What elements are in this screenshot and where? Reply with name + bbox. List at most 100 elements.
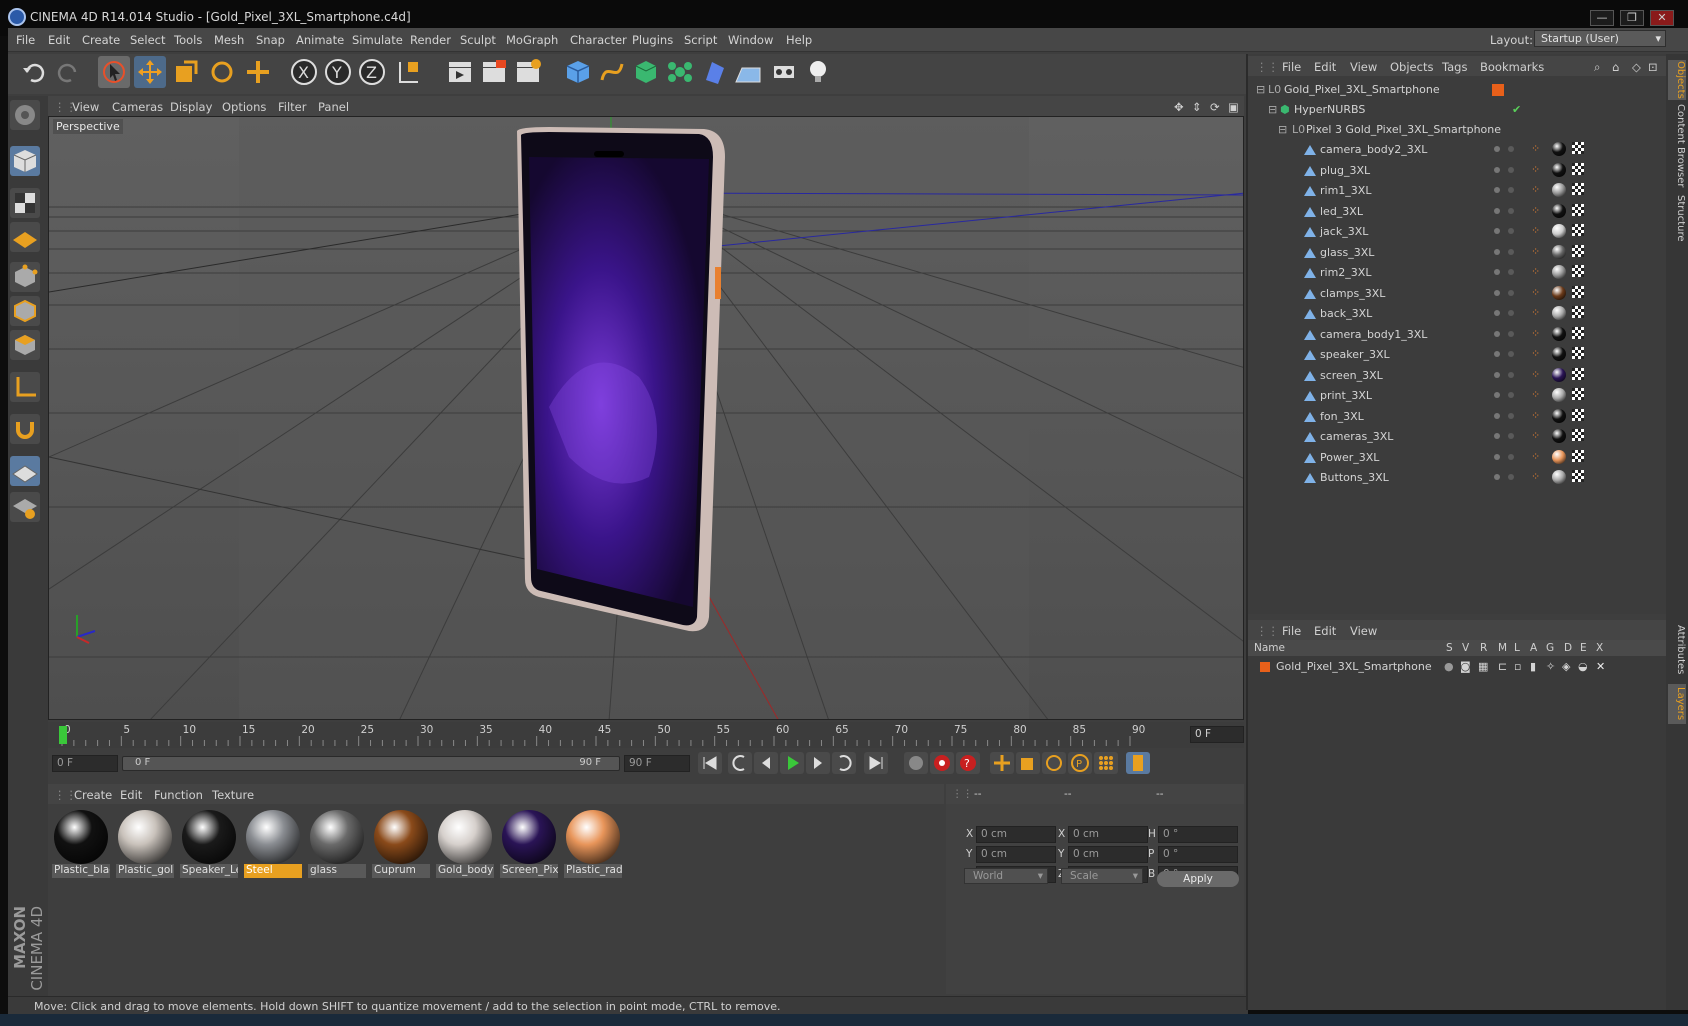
checkmark-icon[interactable]: ✔ bbox=[1512, 103, 1521, 116]
uvw-tag-icon[interactable] bbox=[1572, 162, 1584, 175]
object-row[interactable]: camera_body1_3XL ⁘ bbox=[1250, 325, 1664, 345]
uvw-tag-icon[interactable] bbox=[1572, 326, 1584, 339]
col-generators[interactable]: G bbox=[1546, 642, 1554, 654]
render-visibility-dot[interactable] bbox=[1508, 453, 1514, 460]
material-tag-icon[interactable] bbox=[1552, 162, 1566, 177]
col-view[interactable]: V bbox=[1462, 642, 1469, 654]
phong-tag-icon[interactable]: ⁘ bbox=[1531, 388, 1540, 401]
perspective-viewport[interactable]: Perspective bbox=[48, 116, 1244, 720]
object-row[interactable]: glass_3XL ⁘ bbox=[1250, 243, 1664, 263]
object-row[interactable]: plug_3XL ⁘ bbox=[1250, 161, 1664, 181]
render-picture-viewer-button[interactable] bbox=[478, 56, 510, 88]
start-frame-field[interactable]: 0 F bbox=[52, 755, 118, 772]
col-manager[interactable]: M bbox=[1498, 642, 1507, 654]
material-tag-icon[interactable] bbox=[1552, 408, 1566, 423]
object-row[interactable]: speaker_3XL ⁘ bbox=[1250, 345, 1664, 365]
editor-visibility-dot[interactable] bbox=[1494, 248, 1500, 255]
lock-toggle-icon[interactable]: ▫ bbox=[1514, 660, 1521, 673]
render-visibility-dot[interactable] bbox=[1508, 310, 1514, 316]
record-position-button[interactable] bbox=[990, 752, 1014, 774]
menu-mograph[interactable]: MoGraph bbox=[506, 33, 558, 47]
menu-edit[interactable]: Edit bbox=[48, 33, 70, 47]
expression-toggle-icon[interactable]: ◒ bbox=[1578, 660, 1588, 673]
uvw-tag-icon[interactable] bbox=[1572, 408, 1584, 421]
play-button[interactable] bbox=[780, 752, 804, 774]
menu-help[interactable]: Help bbox=[786, 33, 812, 47]
uvw-tag-icon[interactable] bbox=[1572, 429, 1584, 441]
render-visibility-dot[interactable] bbox=[1508, 351, 1514, 357]
phong-tag-icon[interactable]: ⁘ bbox=[1531, 183, 1540, 196]
phong-tag-icon[interactable]: ⁘ bbox=[1531, 224, 1540, 237]
col-render[interactable]: R bbox=[1480, 642, 1487, 654]
uvw-tag-icon[interactable] bbox=[1572, 285, 1584, 298]
menu-select[interactable]: Select bbox=[130, 33, 165, 47]
phong-tag-icon[interactable]: ⁘ bbox=[1531, 470, 1540, 483]
phong-tag-icon[interactable]: ⁘ bbox=[1531, 286, 1540, 299]
material-menu-create[interactable]: Create bbox=[74, 788, 112, 802]
layer-row[interactable]: Gold_Pixel_3XL_Smartphone ● ◙ ▦ ⊏ ▫ ▮ ✧ … bbox=[1248, 658, 1666, 676]
phong-tag-icon[interactable]: ⁘ bbox=[1531, 163, 1540, 176]
record-active-button[interactable] bbox=[904, 752, 928, 774]
z-axis-lock[interactable]: Z bbox=[356, 56, 388, 88]
editor-visibility-dot[interactable] bbox=[1494, 330, 1500, 337]
material-swatch-1[interactable]: Plastic_gol bbox=[116, 808, 174, 880]
menu-window[interactable]: Window bbox=[728, 33, 773, 47]
object-menu-objects[interactable]: Objects bbox=[1390, 60, 1433, 74]
close-button[interactable]: ✕ bbox=[1650, 10, 1674, 26]
menu-simulate[interactable]: Simulate bbox=[352, 33, 403, 47]
redo-button[interactable] bbox=[52, 56, 84, 88]
uvw-tag-icon[interactable] bbox=[1572, 306, 1584, 318]
generator-toggle-icon[interactable]: ✧ bbox=[1546, 660, 1555, 673]
edges-mode-button[interactable] bbox=[10, 296, 40, 326]
editor-visibility-dot[interactable] bbox=[1494, 351, 1500, 357]
recent-tool[interactable] bbox=[242, 56, 274, 88]
locked-workplane-button[interactable] bbox=[10, 492, 40, 522]
move-tool[interactable] bbox=[134, 56, 166, 88]
object-menu-tags[interactable]: Tags bbox=[1442, 60, 1467, 74]
menu-character[interactable]: Character bbox=[570, 33, 627, 47]
autokeying-button[interactable] bbox=[930, 752, 954, 774]
uvw-tag-icon[interactable] bbox=[1572, 224, 1584, 236]
minimize-button[interactable]: — bbox=[1590, 10, 1614, 26]
menu-snap[interactable]: Snap bbox=[256, 33, 285, 47]
material-menu-texture[interactable]: Texture bbox=[212, 788, 254, 802]
material-tag-icon[interactable] bbox=[1552, 367, 1566, 382]
orbit-icon[interactable]: ⟳ bbox=[1210, 100, 1220, 114]
collapse-icon[interactable]: ⊟ bbox=[1256, 83, 1265, 96]
phong-tag-icon[interactable]: ⁘ bbox=[1531, 368, 1540, 381]
deformer-toggle-icon[interactable]: ◈ bbox=[1562, 660, 1570, 673]
coord-value-field[interactable]: 0 cm bbox=[976, 846, 1056, 863]
render-visibility-dot[interactable] bbox=[1508, 146, 1514, 152]
material-tag-icon[interactable] bbox=[1552, 347, 1566, 361]
material-tag-icon[interactable] bbox=[1552, 183, 1566, 197]
col-expressions[interactable]: E bbox=[1580, 642, 1587, 654]
collapse-icon[interactable]: ⊟ bbox=[1278, 123, 1287, 136]
object-menu-file[interactable]: File bbox=[1282, 60, 1301, 74]
viewport-menu-cameras[interactable]: Cameras bbox=[112, 100, 163, 114]
workplane-mode-button[interactable] bbox=[10, 222, 40, 252]
preview-range-slider[interactable]: 0 F 90 F bbox=[122, 756, 620, 771]
go-to-end-button[interactable] bbox=[864, 752, 888, 774]
editor-visibility-dot[interactable] bbox=[1494, 228, 1500, 234]
current-frame-field[interactable]: 0 F bbox=[1190, 726, 1244, 743]
uvw-tag-icon[interactable] bbox=[1572, 388, 1584, 400]
object-row[interactable]: rim2_3XL ⁘ bbox=[1250, 263, 1664, 283]
phong-tag-icon[interactable]: ⁘ bbox=[1531, 306, 1540, 319]
material-tag-icon[interactable] bbox=[1552, 449, 1566, 464]
material-menu-function[interactable]: Function bbox=[154, 788, 203, 802]
back-icon[interactable]: ◇ bbox=[1632, 60, 1641, 74]
material-menu-edit[interactable]: Edit bbox=[120, 788, 142, 802]
col-animation[interactable]: A bbox=[1530, 642, 1537, 654]
material-swatch-5[interactable]: Cuprum bbox=[372, 808, 430, 880]
go-to-start-button[interactable] bbox=[698, 752, 722, 774]
uvw-tag-icon[interactable] bbox=[1572, 449, 1584, 462]
material-tag-icon[interactable] bbox=[1552, 244, 1566, 259]
material-swatch-6[interactable]: Gold_body bbox=[436, 808, 494, 880]
col-locked[interactable]: L bbox=[1514, 642, 1520, 654]
render-visibility-dot[interactable] bbox=[1508, 433, 1514, 439]
object-menu-bookmarks[interactable]: Bookmarks bbox=[1480, 60, 1544, 74]
uvw-tag-icon[interactable] bbox=[1572, 183, 1584, 195]
add-light-button[interactable] bbox=[802, 56, 834, 88]
render-visibility-dot[interactable] bbox=[1508, 187, 1514, 193]
y-axis-lock[interactable]: Y bbox=[322, 56, 354, 88]
